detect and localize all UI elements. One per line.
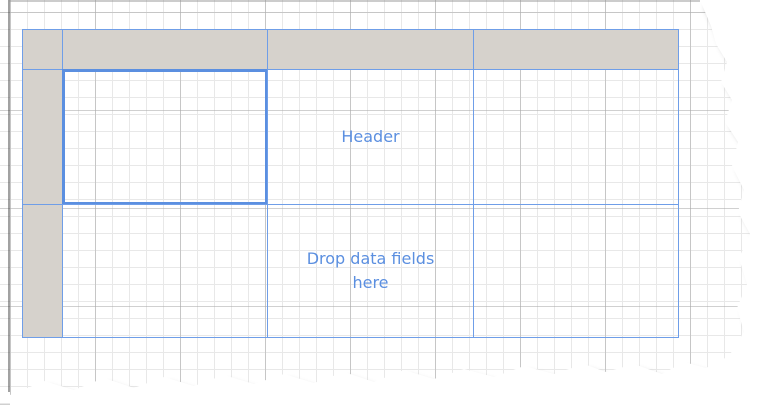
tablix-corner-handle[interactable]: [22, 29, 63, 70]
row-header-cell[interactable]: [62, 204, 268, 338]
column-handle-1[interactable]: [62, 29, 268, 70]
tablix-cell-selected[interactable]: [62, 69, 268, 205]
row-handle-1[interactable]: [22, 69, 63, 205]
row-handle-2[interactable]: [22, 204, 63, 338]
column-handle-2[interactable]: [267, 29, 474, 70]
tablix-cell-bottom-right[interactable]: [473, 204, 679, 338]
column-header-label: Header: [341, 127, 400, 146]
drop-zone-label: Drop data fields here: [306, 249, 435, 292]
tablix-region[interactable]: Header Drop data fields here: [22, 29, 679, 338]
column-handle-3[interactable]: [473, 29, 679, 70]
column-header-cell[interactable]: Header: [267, 69, 474, 205]
design-surface: Header Drop data fields here: [0, 0, 761, 407]
data-drop-zone[interactable]: Drop data fields here: [267, 204, 474, 338]
tablix-cell-top-right[interactable]: [473, 69, 679, 205]
